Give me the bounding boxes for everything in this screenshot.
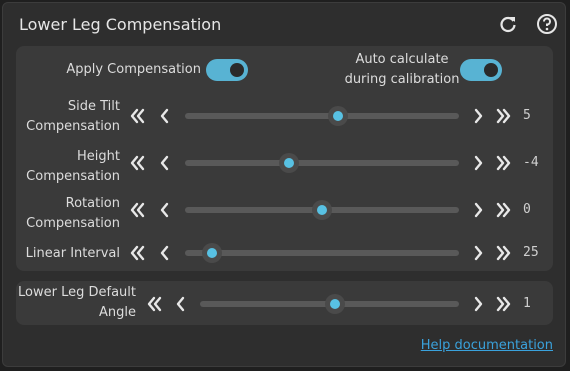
auto-calculate-label-line2: during calibration [344, 72, 460, 87]
default-angle-slider-value: 1 [523, 296, 531, 311]
slider-label-line1: Height [77, 149, 120, 164]
slider-label-line2: Compensation [26, 169, 120, 184]
slider-label-line1: Linear Interval [25, 246, 120, 261]
default-angle-slider-thumb[interactable] [324, 294, 345, 314]
auto-calculate-label-line1: Auto calculate [355, 52, 449, 67]
linear-interval-slider-step-back-large-icon[interactable] [129, 244, 145, 262]
default-angle-slider-step-forward-large-icon[interactable] [496, 295, 512, 313]
side-tilt-slider-step-back-large-icon[interactable] [129, 107, 145, 125]
help-circle-icon[interactable] [536, 13, 558, 35]
height-slider-value: -4 [523, 155, 539, 170]
rotation-slider-step-back-large-icon[interactable] [129, 201, 145, 219]
rotation-slider-step-forward-large-icon[interactable] [496, 201, 512, 219]
default-angle-slider-step-back-large-icon[interactable] [146, 295, 162, 313]
linear-interval-slider-step-back-icon[interactable] [157, 244, 173, 262]
help-documentation-link[interactable]: Help documentation [421, 338, 553, 353]
slider-label-line2: Compensation [26, 119, 120, 134]
height-slider-step-forward-large-icon[interactable] [496, 154, 512, 172]
panel-title: Lower Leg Compensation [19, 15, 222, 34]
side-tilt-slider-track[interactable] [185, 113, 459, 119]
rotation-slider-step-forward-icon[interactable] [470, 201, 486, 219]
height-slider-track[interactable] [185, 160, 459, 166]
slider-label-line2: Compensation [26, 216, 120, 231]
side-tilt-slider-step-back-icon[interactable] [157, 107, 173, 125]
default-angle-slider-step-back-icon[interactable] [173, 295, 189, 313]
height-slider-step-forward-icon[interactable] [470, 154, 486, 172]
apply-compensation-label: Apply Compensation [66, 62, 201, 77]
linear-interval-slider-track[interactable] [185, 250, 459, 256]
side-tilt-slider-step-forward-icon[interactable] [470, 107, 486, 125]
height-slider-step-back-large-icon[interactable] [129, 154, 145, 172]
apply-compensation-toggle[interactable] [206, 59, 248, 81]
rotation-slider-thumb[interactable] [312, 200, 332, 220]
side-tilt-slider-step-forward-large-icon[interactable] [496, 107, 512, 125]
default-angle-label-line2: Angle [99, 305, 136, 320]
default-angle-slider-step-forward-icon[interactable] [470, 295, 486, 313]
slider-label-line1: Side Tilt [67, 99, 120, 114]
slider-label-line1: Rotation [65, 196, 120, 211]
auto-calculate-toggle[interactable] [460, 59, 502, 81]
refresh-icon[interactable] [497, 13, 519, 35]
linear-interval-slider-step-forward-large-icon[interactable] [496, 244, 512, 262]
rotation-slider-step-back-icon[interactable] [157, 201, 173, 219]
height-slider-thumb[interactable] [279, 153, 300, 173]
rotation-slider-value: 0 [523, 202, 531, 217]
linear-interval-slider-value: 25 [523, 245, 539, 260]
side-tilt-slider-value: 5 [523, 108, 531, 123]
linear-interval-slider-step-forward-icon[interactable] [470, 244, 486, 262]
default-angle-label-line1: Lower Leg Default [18, 285, 136, 300]
height-slider-step-back-icon[interactable] [157, 154, 173, 172]
